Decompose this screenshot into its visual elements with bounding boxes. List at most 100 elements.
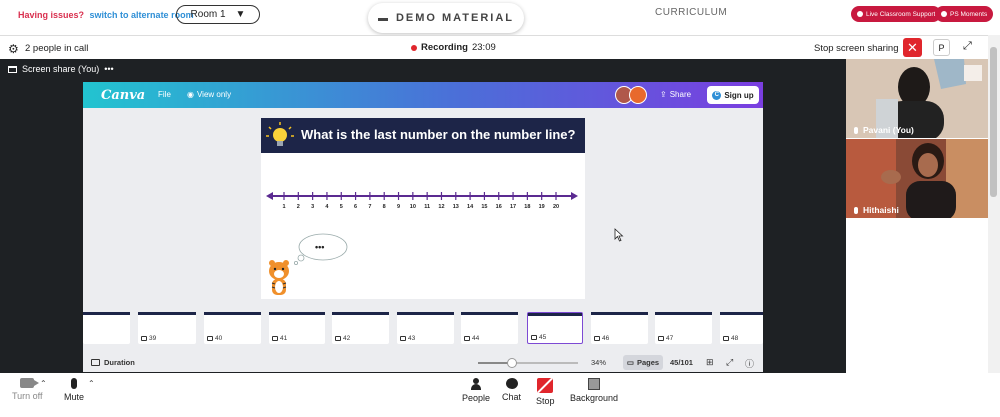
person-icon xyxy=(470,378,482,390)
file-menu[interactable]: File xyxy=(158,90,171,99)
number-line-label: 16 xyxy=(496,204,502,210)
slide-thumbnail[interactable]: 48 xyxy=(720,312,763,344)
mute-label: Mute xyxy=(64,392,85,402)
number-line-label: 5 xyxy=(340,204,343,210)
folder-icon: ▬ xyxy=(377,12,390,24)
video-tile-pavani[interactable]: Pavani (You) xyxy=(846,59,988,138)
comment-icon xyxy=(141,336,147,341)
camera-label: Turn off xyxy=(12,391,43,401)
background-button[interactable]: Background xyxy=(570,378,618,403)
comment-icon xyxy=(207,336,213,341)
stop-screen-sharing-button[interactable]: ✕ xyxy=(903,38,922,57)
thumbnail-label: 43 xyxy=(400,335,415,342)
number-line-label: 9 xyxy=(397,204,400,210)
comment-icon xyxy=(400,336,406,341)
canva-c-icon: C xyxy=(712,90,722,100)
video-tile-hithaishi[interactable]: Hithaishi xyxy=(846,139,988,218)
slide-thumbnail[interactable]: 44 xyxy=(461,312,518,344)
thumbnail-number: 47 xyxy=(666,335,674,342)
scrollbar-thumb[interactable] xyxy=(990,47,997,197)
number-line-label: 11 xyxy=(424,204,430,210)
fullscreen-icon[interactable]: ⤢ xyxy=(726,357,733,368)
room-select-value: Room 1 xyxy=(190,9,226,20)
screen-share-label: Screen share (You) xyxy=(22,64,100,74)
grid-view-icon[interactable]: ⊞ xyxy=(706,357,714,368)
slide-thumbnail[interactable]: 46 xyxy=(591,312,648,344)
people-label: People xyxy=(462,393,491,403)
comment-icon xyxy=(658,336,664,341)
slide-thumbnail[interactable]: 47 xyxy=(655,312,712,344)
microphone-icon xyxy=(71,378,77,389)
ps-moments-button[interactable]: PS Moments xyxy=(935,6,994,22)
demo-material-tab[interactable]: ▬ DEMO MATERIAL xyxy=(368,3,524,33)
share-button[interactable]: ⇪ Share xyxy=(660,90,691,99)
thumbnail-number: 43 xyxy=(408,335,416,342)
stop-screen-sharing-label: Stop screen sharing xyxy=(814,43,899,54)
avatar xyxy=(629,86,647,104)
call-bar: ⚙ 2 people in call Recording 23:09 Stop … xyxy=(0,35,988,59)
sign-up-button[interactable]: C Sign up xyxy=(707,86,759,104)
slide-thumbnail[interactable]: 40 xyxy=(204,312,261,344)
pages-icon: ▭ xyxy=(626,358,634,367)
canva-logo[interactable]: Canva xyxy=(101,88,145,103)
comment-icon xyxy=(594,336,600,341)
stop-share-button[interactable]: Stop xyxy=(536,378,555,406)
live-support-button[interactable]: Live Classroom Support xyxy=(851,6,942,22)
slide-thumbnail[interactable]: 39 xyxy=(138,312,196,344)
gear-icon[interactable]: ⚙ xyxy=(8,42,19,56)
recording-time: 23:09 xyxy=(471,42,496,53)
ps-moments-label: PS Moments xyxy=(950,10,988,18)
camera-options-icon[interactable]: ⌃ xyxy=(40,379,47,388)
duration-label: Duration xyxy=(104,358,135,367)
expand-icon[interactable]: ⤢ xyxy=(963,40,972,53)
more-options-icon[interactable]: ••• xyxy=(104,64,113,74)
mic-options-icon[interactable]: ⌃ xyxy=(88,379,95,388)
thumbnail-label: 46 xyxy=(594,335,609,342)
zoom-handle[interactable] xyxy=(507,358,517,368)
pages-button[interactable]: ▭ Pages xyxy=(623,355,663,370)
arrow-right-icon xyxy=(571,192,578,200)
eye-icon: ◉ xyxy=(187,90,194,99)
curriculum-tab[interactable]: CURRICULUM xyxy=(655,7,727,18)
room-select[interactable]: Room 1 ▼ xyxy=(176,5,260,24)
issues-text: Having issues? xyxy=(18,10,85,20)
demo-material-label: DEMO MATERIAL xyxy=(395,12,515,24)
thumbnail-header xyxy=(461,312,518,315)
slide-thumbnail[interactable]: 45 xyxy=(527,312,583,344)
camera-toggle-button[interactable]: Turn off xyxy=(12,378,43,401)
number-line-label: 15 xyxy=(481,204,487,210)
live-support-label: Live Classroom Support xyxy=(866,10,936,18)
thumbnail-header xyxy=(591,312,648,315)
thumbnail-header xyxy=(138,312,196,315)
zoom-value: 34% xyxy=(591,358,607,367)
slide-thumbnail[interactable]: 42 xyxy=(332,312,389,344)
chat-icon xyxy=(505,378,518,389)
support-icon xyxy=(857,11,863,17)
thumbnail-number: 40 xyxy=(215,335,223,342)
moments-icon xyxy=(941,11,947,17)
camera-icon xyxy=(20,378,40,388)
call-controls: Turn off ⌃ Mute ⌃ People Chat Stop Backg… xyxy=(0,373,1000,417)
lightbulb-icon xyxy=(266,122,294,146)
slide-thumbnail[interactable]: 41 xyxy=(269,312,325,344)
slide-thumbnail[interactable]: 43 xyxy=(397,312,454,344)
thumbnail-number: 42 xyxy=(343,335,351,342)
number-line-label: 14 xyxy=(467,204,474,210)
zoom-slider[interactable] xyxy=(478,358,578,368)
thought-bubble: ••• xyxy=(294,233,348,265)
page-scrollbar[interactable] xyxy=(988,35,1000,373)
chat-button[interactable]: Chat xyxy=(502,378,521,402)
mute-button[interactable]: Mute xyxy=(64,378,84,402)
number-line-label: 18 xyxy=(524,204,530,210)
background-icon xyxy=(588,378,601,390)
slide-thumbnail[interactable] xyxy=(83,312,130,344)
duration-button[interactable]: Duration xyxy=(91,358,135,367)
thumbnail-number: 46 xyxy=(602,335,610,342)
number-line: 1 2 3 4 5 6 7 8 9 10 11 12 13 14 15 16 17 18 19 20 xyxy=(266,192,578,210)
view-only-button[interactable]: ◉ View only xyxy=(187,90,231,99)
people-button[interactable]: People xyxy=(462,378,490,403)
number-line-label: 8 xyxy=(383,204,386,210)
people-count: 2 people in call xyxy=(25,43,89,54)
presenter-button[interactable]: P xyxy=(933,39,950,56)
help-icon[interactable]: ⓘ xyxy=(745,357,754,370)
